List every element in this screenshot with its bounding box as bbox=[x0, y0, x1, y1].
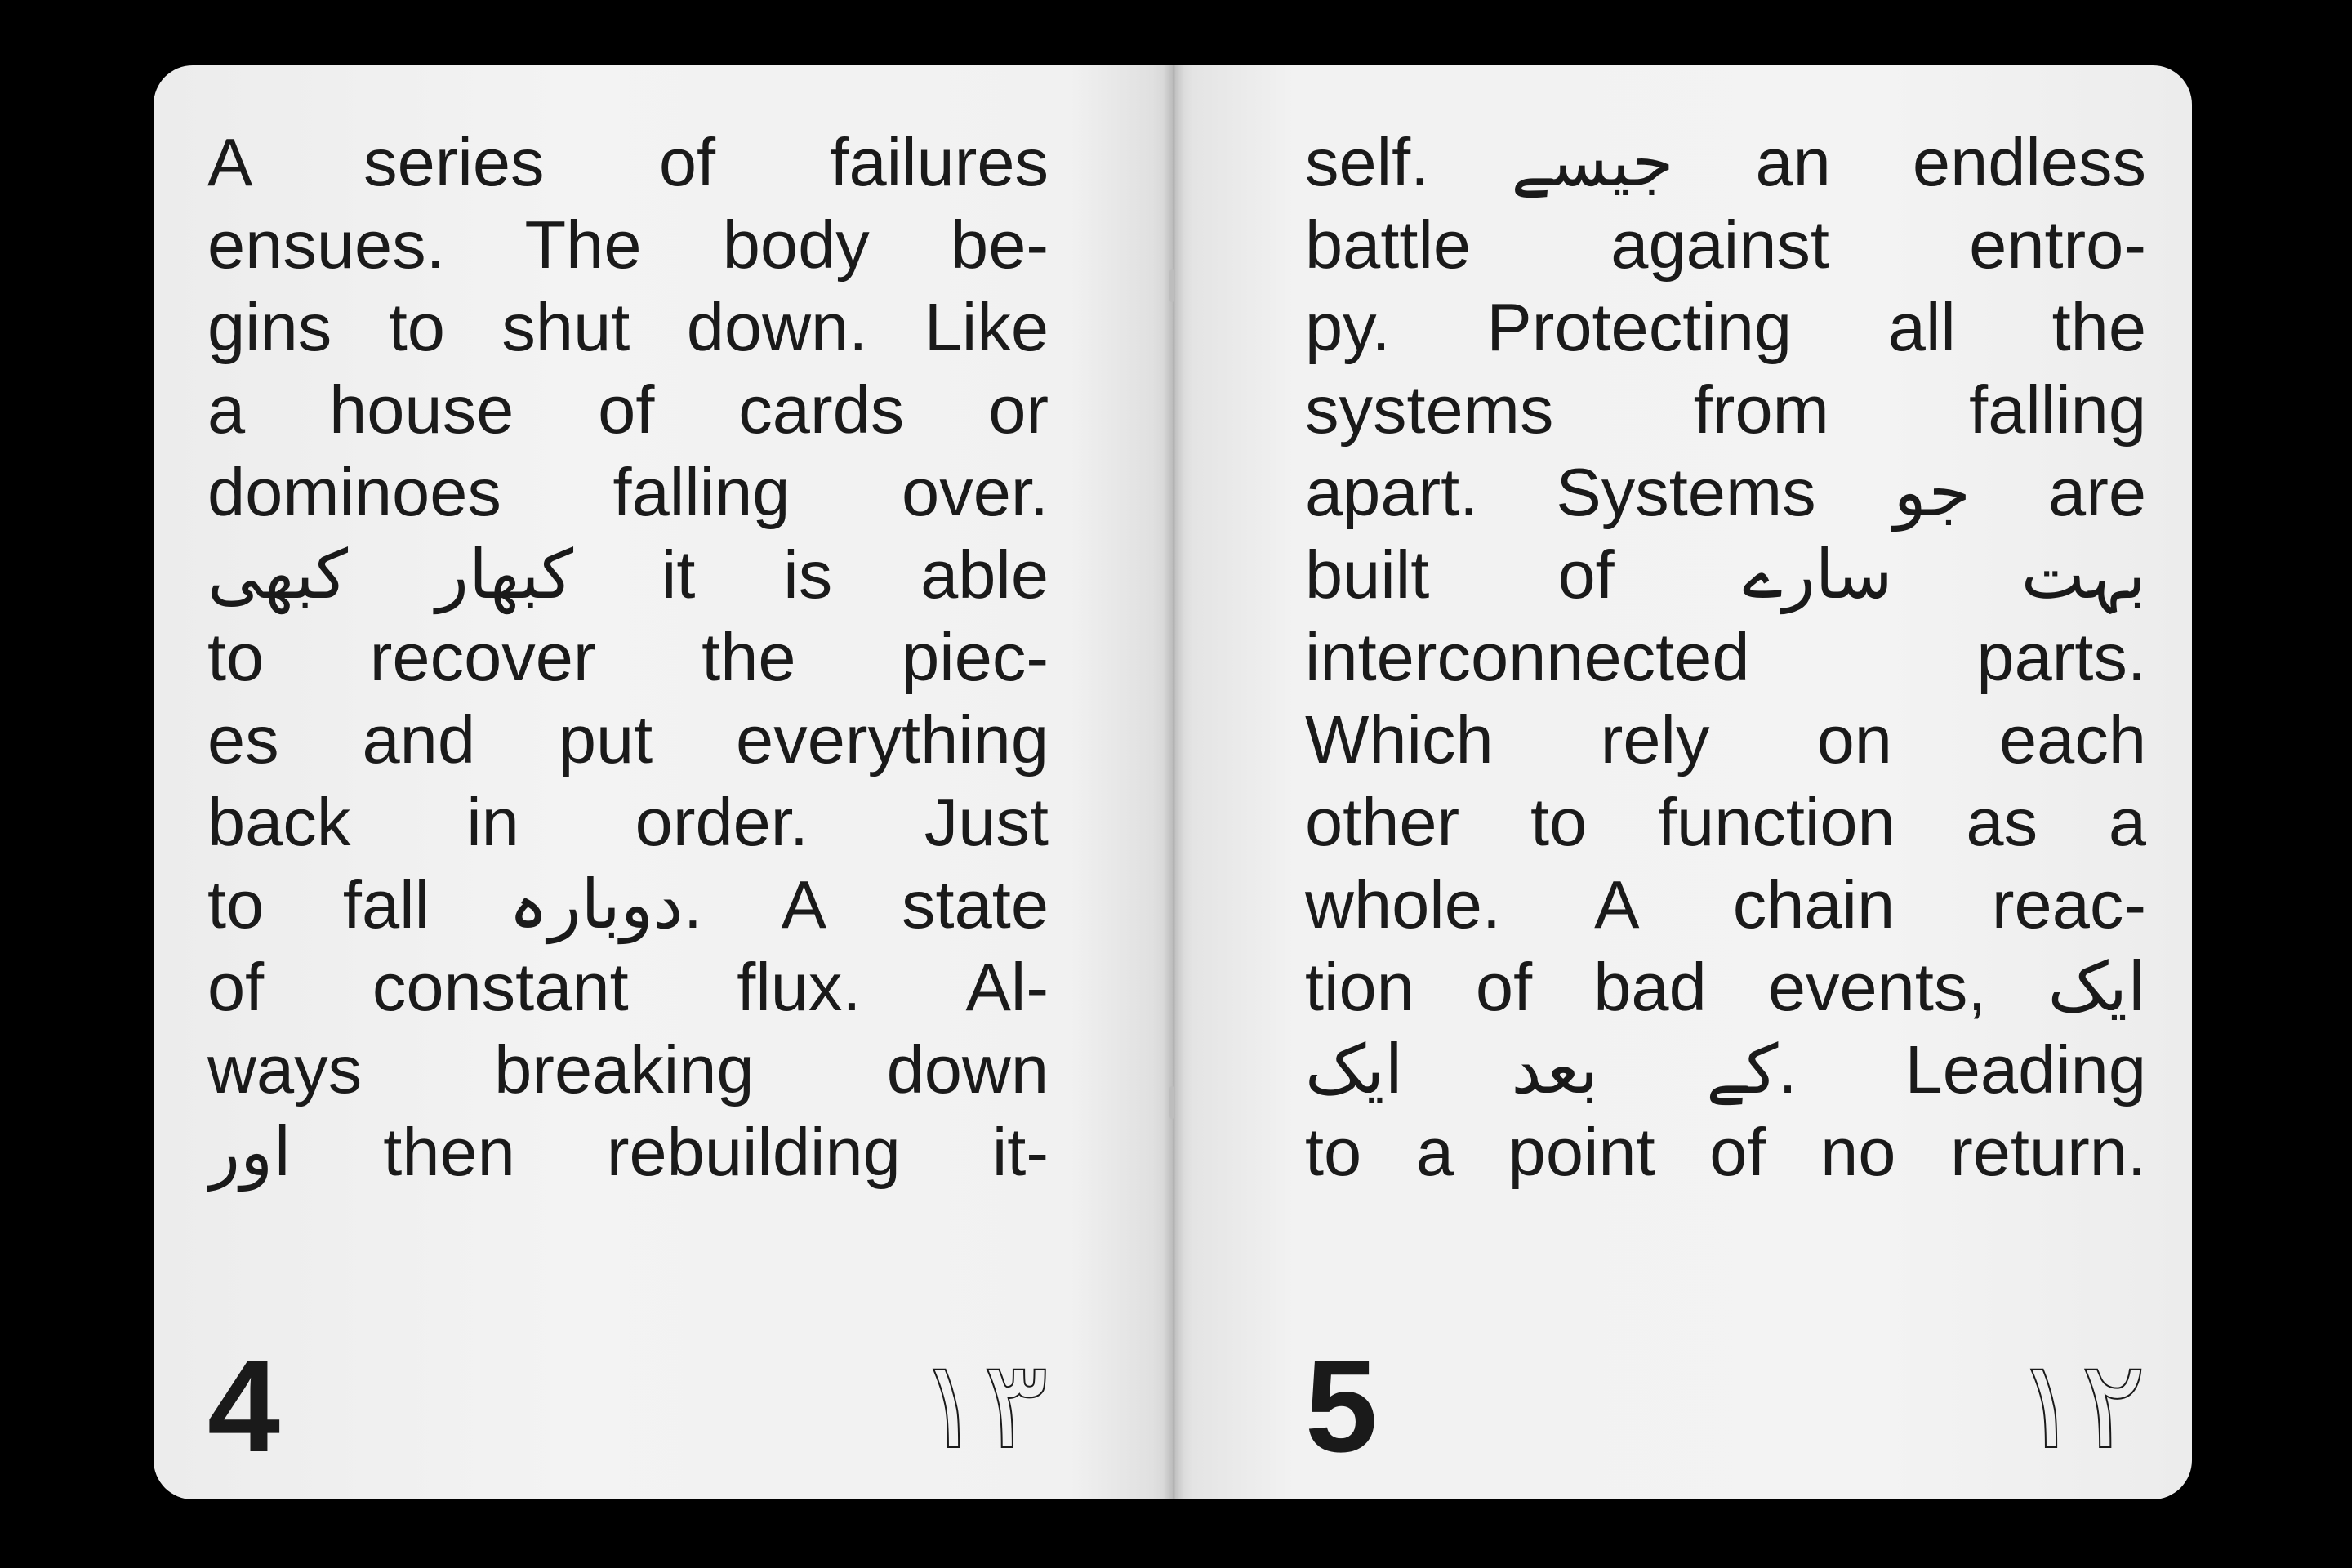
text-line: py. Protecting all the bbox=[1305, 289, 2146, 365]
text-line: a house of cards or bbox=[207, 372, 1049, 448]
page-number: 5 bbox=[1305, 1333, 1378, 1479]
text-line: whole. A chain reac- bbox=[1305, 866, 2146, 942]
page-number-urdu: ۱۳ bbox=[916, 1334, 1049, 1477]
text-line: back in order. Just bbox=[207, 784, 1049, 860]
text-line: to a point of no return. bbox=[1305, 1114, 2146, 1190]
text-line: ensues. The body be- bbox=[207, 207, 1049, 283]
text-line: other to function as a bbox=[1305, 784, 2146, 860]
text-line: to recover the piec- bbox=[207, 619, 1049, 695]
text-line: built of بہت سارے bbox=[1305, 537, 2146, 612]
text-line: battle against entro- bbox=[1305, 207, 2146, 283]
text-line: apart. Systems جو are bbox=[1305, 454, 2146, 530]
text-line: اور then rebuilding it- bbox=[207, 1114, 1049, 1190]
text-line: Which rely on each bbox=[1305, 702, 2146, 777]
right-page: self. جیسے an endless battle against ent… bbox=[1174, 65, 2192, 1499]
text-line: کے بعد ایک. Leading bbox=[1305, 1031, 2146, 1107]
page-number: 4 bbox=[207, 1333, 280, 1479]
text-line: systems from falling bbox=[1305, 372, 2146, 448]
text-line: interconnected parts. bbox=[1305, 619, 2146, 695]
text-line: dominoes falling over. bbox=[207, 454, 1049, 530]
text-line: کبھار کبھی it is able bbox=[207, 537, 1049, 612]
text-line: self. جیسے an endless bbox=[1305, 124, 2146, 200]
right-page-text: self. جیسے an endless battle against ent… bbox=[1305, 121, 2146, 1193]
text-line: of constant flux. Al- bbox=[207, 949, 1049, 1025]
booklet-spread: A series of failures ensues. The body be… bbox=[154, 65, 2192, 1499]
text-line: to fall دوبارہ. A state bbox=[207, 866, 1049, 942]
page-number-urdu: ۱۲ bbox=[2014, 1334, 2147, 1477]
text-line: A series of failures bbox=[207, 124, 1049, 200]
left-page: A series of failures ensues. The body be… bbox=[154, 65, 1171, 1499]
text-line: tion of bad events, ایک bbox=[1305, 949, 2146, 1025]
text-line: ways breaking down bbox=[207, 1031, 1049, 1107]
text-line: es and put everything bbox=[207, 702, 1049, 777]
left-page-text: A series of failures ensues. The body be… bbox=[207, 121, 1049, 1193]
text-line: gins to shut down. Like bbox=[207, 289, 1049, 365]
